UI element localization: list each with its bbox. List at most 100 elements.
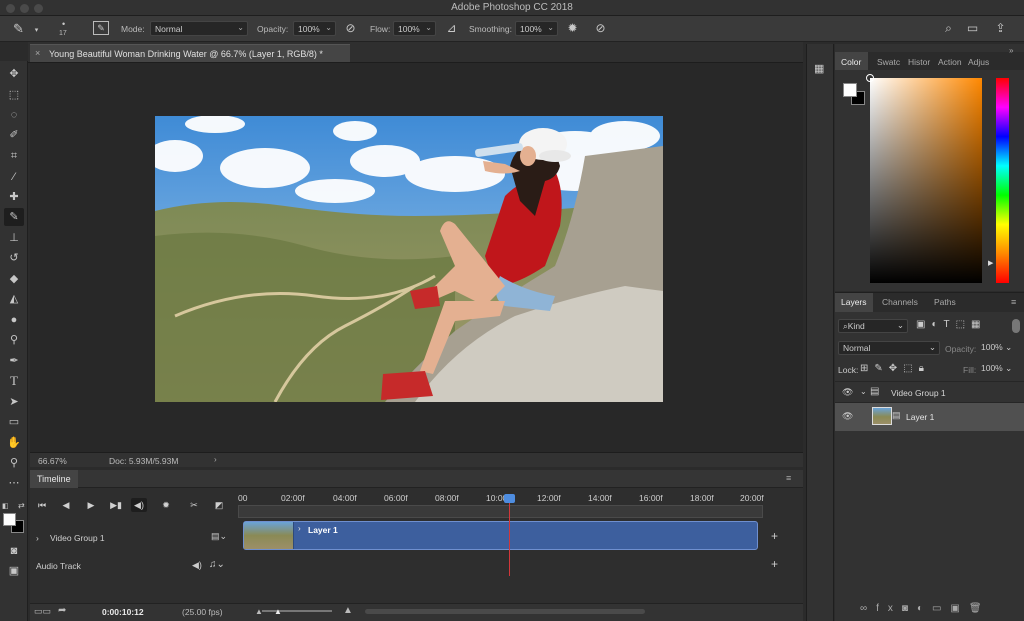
convert-to-frame-icon[interactable]: ▭▭ [34,606,51,617]
zoom-tool-icon[interactable]: ⚲ [4,454,24,472]
eraser-tool-icon[interactable]: ◆ [4,270,24,288]
zoom-in-icon[interactable]: ▲ [343,605,353,616]
hand-tool-icon[interactable]: ✋ [4,434,24,452]
healing-brush-tool-icon[interactable]: ✚ [4,188,24,206]
quick-selection-tool-icon[interactable]: ✐ [4,126,24,144]
brush-size-picker[interactable]: • 17 [55,19,77,39]
dodge-tool-icon[interactable]: ⚲ [4,331,24,349]
timeline-scrollbar[interactable] [365,609,645,614]
status-menu-chevron-icon[interactable]: › [214,455,217,464]
clip-trim-handle[interactable] [760,523,766,548]
layer-row-video-group[interactable]: 👁︎ ⌄ ▤ Video Group 1 [835,381,1024,403]
slider-thumb-icon[interactable]: ▲ [274,607,282,616]
layer-1-clip[interactable]: › Layer 1 [243,521,758,550]
color-panel-tab[interactable]: Action [938,57,962,67]
add-audio-icon[interactable]: + [771,557,778,571]
color-panel-tab[interactable]: Swatc [877,57,900,67]
pressure-size-icon[interactable]: ⊘ [592,20,609,37]
mode-select[interactable]: Normal ⌄ [150,21,248,36]
type-tool-icon[interactable]: T [4,372,24,390]
split-at-playhead-icon[interactable]: ✂ [186,498,202,512]
color-field[interactable] [870,78,982,283]
default-colors-icon[interactable]: ◧ [2,502,12,510]
go-to-first-frame-icon[interactable]: ⏮ [34,498,50,512]
clip-expand-icon[interactable]: › [298,524,301,533]
brush-tool-icon[interactable]: ✎ [4,208,24,226]
layer-filter-icons[interactable]: ▣◐T⬚▦ [916,319,987,330]
layer-row-layer-1[interactable]: 👁︎ ▤ Layer 1 [835,403,1024,431]
chevron-down-icon[interactable]: ⌄ [860,387,867,396]
layers-panel-tab[interactable]: Paths [934,297,956,307]
pressure-opacity-icon[interactable]: ⊘ [342,20,359,37]
foreground-swatch[interactable] [843,83,857,97]
move-tool-icon[interactable]: ✥ [4,65,24,83]
search-icon[interactable]: ⌕ [940,20,957,37]
opacity-field[interactable]: 100% ⌄ [293,21,336,36]
layers-panel-tab[interactable]: Channels [882,297,918,307]
layer-opacity-field[interactable]: 100% ⌄ [979,341,1019,355]
layer-footer-icons[interactable]: ∞fx◙◐▭▣🗑︎ [860,603,991,614]
properties-panel-icon[interactable]: ▦ [814,62,824,75]
airbrush-icon[interactable]: ⊿ [443,20,460,37]
panel-menu-icon[interactable]: ≡ [1011,297,1016,307]
blend-mode-select[interactable]: Normal ⌄ [838,341,940,355]
document-tab[interactable]: × Young Beautiful Woman Drinking Water @… [30,44,350,62]
hue-slider-thumb-icon[interactable]: ▶ [988,259,993,267]
swap-colors-icon[interactable]: ⇄ [18,501,25,510]
layers-panel-tab[interactable]: Layers [841,297,867,307]
document-image[interactable] [155,116,663,402]
color-picker-cursor[interactable] [866,74,874,82]
filter-toggle[interactable] [1012,319,1020,333]
screen-mode-icon[interactable]: ▣ [4,562,24,580]
pen-tool-icon[interactable]: ✒ [4,352,24,370]
smoothing-field[interactable]: 100% ⌄ [515,21,558,36]
work-area-bar[interactable] [238,505,763,518]
color-panel-tab[interactable]: Color [841,57,861,67]
workspace-icon[interactable]: ▭ [964,20,981,37]
playhead-line[interactable] [509,496,510,576]
film-strip-icon[interactable]: ▤⌄ [211,531,227,542]
flow-field[interactable]: 100% ⌄ [393,21,436,36]
eye-icon[interactable]: 👁︎ [842,411,853,422]
history-brush-tool-icon[interactable]: ↺ [4,249,24,267]
path-selection-tool-icon[interactable]: ➤ [4,393,24,411]
video-group-expand-icon[interactable]: › [36,533,39,543]
color-panel-tab[interactable]: Histor [908,57,930,67]
music-note-icon[interactable]: ♫⌄ [209,559,225,570]
marquee-tool-icon[interactable]: ⬚ [4,86,24,104]
color-panel-tab[interactable]: Adjus [968,57,989,67]
paint-bucket-tool-icon[interactable]: ◭ [4,290,24,308]
gear-icon[interactable]: ✹ [158,498,174,512]
brush-settings-icon[interactable]: ✎ [93,21,109,35]
brush-tool-preset-icon[interactable]: ✎ [10,20,27,37]
chevron-down-icon[interactable]: ▾ [28,22,45,39]
eye-icon[interactable]: 👁︎ [842,387,853,398]
fill-field[interactable]: 100% ⌄ [979,362,1019,376]
add-media-icon[interactable]: + [771,529,778,543]
speaker-icon[interactable]: ◀) [192,560,202,571]
previous-frame-icon[interactable]: ◀ [58,498,74,512]
rectangle-tool-icon[interactable]: ▭ [4,413,24,431]
panel-menu-icon[interactable]: ≡ [786,473,791,483]
gear-icon[interactable]: ✹ [564,20,581,37]
document-info[interactable]: Doc: 5.93M/5.93M [109,456,178,466]
crop-tool-icon[interactable]: ⌗ [4,147,24,165]
timeline-zoom-slider[interactable] [262,610,332,612]
collapse-icon[interactable]: » [1009,46,1013,55]
lock-icons[interactable]: ⊞✎✥⬚🔒︎ [860,363,930,374]
quick-mask-icon[interactable]: ◙ [4,542,24,560]
render-video-icon[interactable]: ➦ [58,605,66,616]
more-tools-icon[interactable]: ⋯ [4,474,24,492]
playhead-handle[interactable] [504,494,515,503]
blur-tool-icon[interactable]: ● [4,311,24,329]
eyedropper-tool-icon[interactable]: ⁄ [4,168,24,186]
audio-mute-icon[interactable]: ◀) [131,498,147,512]
play-icon[interactable]: ▶ [83,498,99,512]
lasso-tool-icon[interactable]: ◌ [4,106,24,124]
zoom-level[interactable]: 66.67% [38,456,67,466]
clone-stamp-tool-icon[interactable]: ⊥ [4,229,24,247]
filter-kind-select[interactable]: ⌕Kind ⌄ [838,319,908,333]
foreground-color-swatch[interactable] [3,513,16,526]
close-icon[interactable]: × [35,48,40,58]
transition-icon[interactable]: ◩ [211,498,227,512]
